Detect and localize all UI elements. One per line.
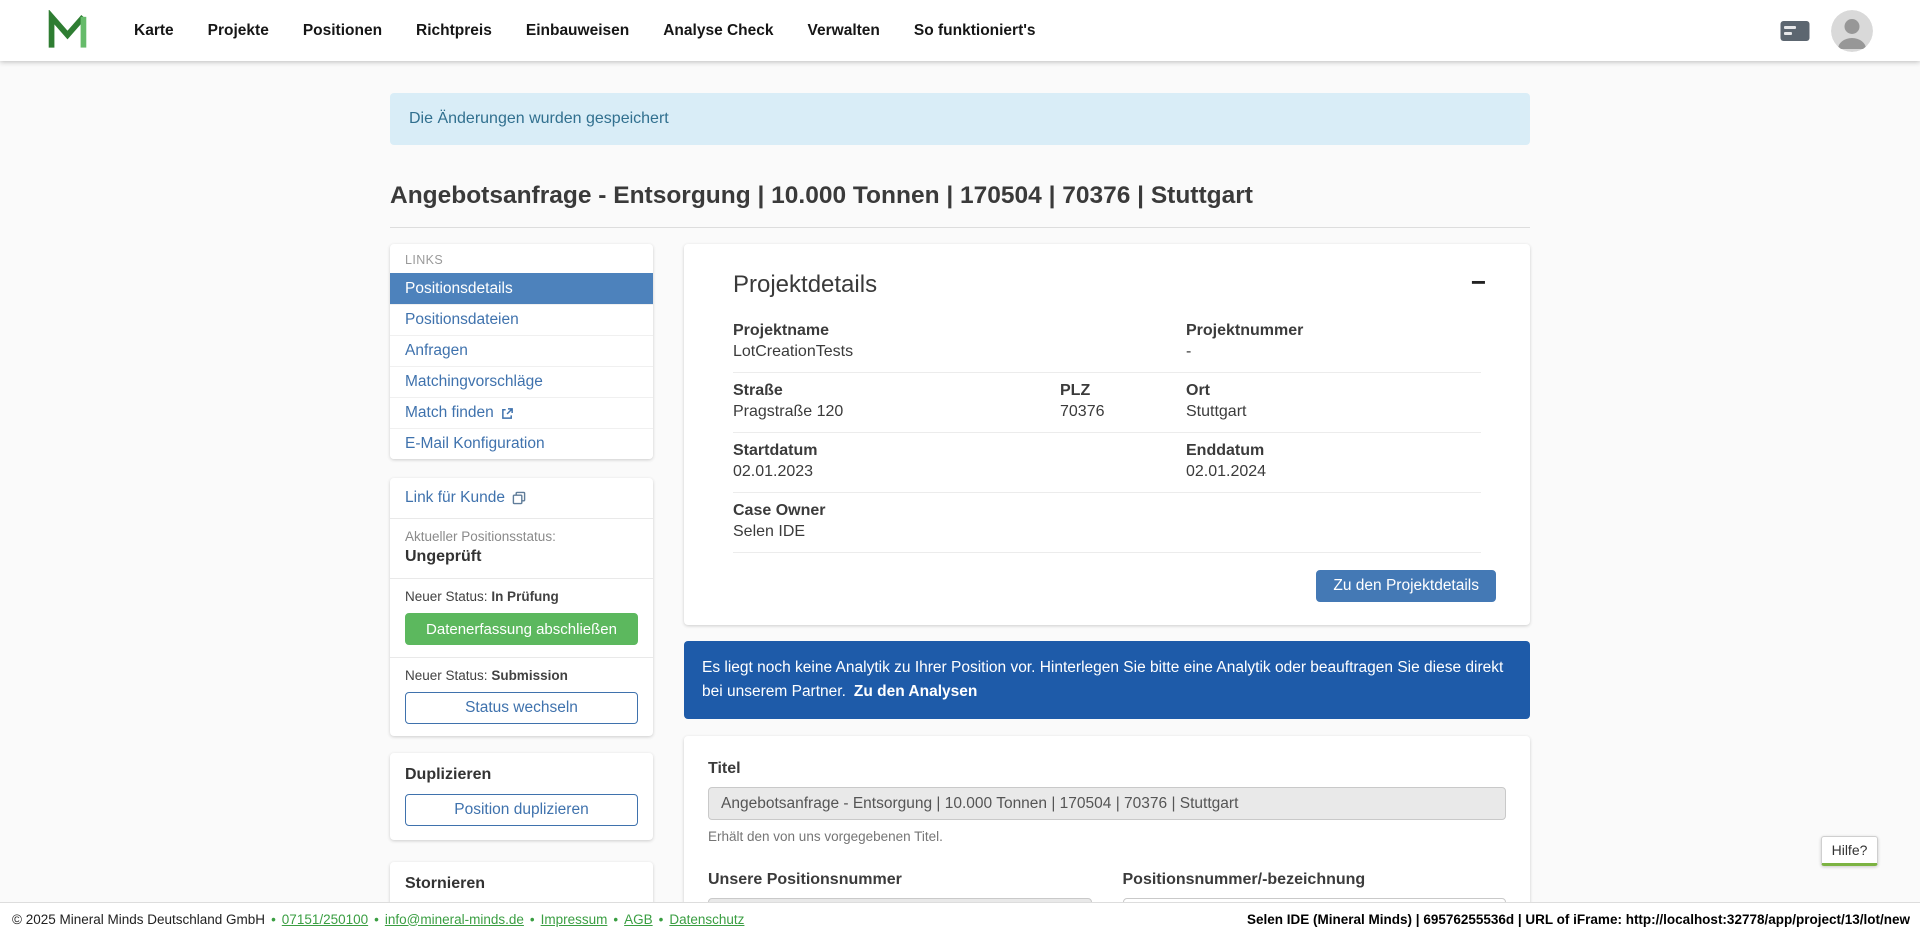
datenschutz-link[interactable]: Datenschutz [669,912,744,927]
user-avatar[interactable] [1831,10,1873,52]
server-icon[interactable] [1779,18,1811,44]
alert-text: Die Änderungen wurden gespeichert [409,110,669,128]
current-status-label: Aktueller Positionsstatus: [405,529,638,544]
nav-karte[interactable]: Karte [134,22,174,40]
position-duplizieren-button[interactable]: Position duplizieren [405,794,638,826]
impressum-link[interactable]: Impressum [541,912,608,927]
ort-label: Ort [1186,382,1246,400]
collapse-icon[interactable]: − [1471,271,1486,293]
bullet-separator: • [659,912,664,927]
datenerfassung-abschliessen-button[interactable]: Datenerfassung abschließen [405,613,638,645]
enddatum-value: 02.01.2024 [1186,463,1266,481]
footer-session-info: Selen IDE (Mineral Minds) | 69576255536d… [1247,912,1910,927]
topbar-right [1779,10,1873,52]
sidebar-item-positionsdateien[interactable]: Positionsdateien [390,304,653,335]
next-status-line-1: Neuer Status: In Prüfung [405,589,638,604]
nav-positionen[interactable]: Positionen [303,22,382,40]
next-status-line-2: Neuer Status: Submission [405,668,638,683]
zu-den-projektdetails-button[interactable]: Zu den Projektdetails [1316,570,1496,602]
sidebar-item-email-konfiguration[interactable]: E-Mail Konfiguration [390,428,653,459]
sidebar-item-positionsdetails[interactable]: Positionsdetails [390,273,653,304]
titel-help: Erhält den von uns vorgegebenen Titel. [708,829,1506,844]
projektname-value: LotCreationTests [733,343,1186,361]
footer-left: © 2025 Mineral Minds Deutschland GmbH • … [12,912,744,927]
bullet-separator: • [271,912,276,927]
sidebar-item-anfragen[interactable]: Anfragen [390,335,653,366]
main-nav: Karte Projekte Positionen Richtpreis Ein… [134,22,1036,40]
app-logo-icon[interactable] [47,10,88,51]
sidebar-item-match-finden[interactable]: Match finden [390,397,653,428]
sidebar: LINKS Positionsdetails Positionsdateien … [390,244,653,943]
projekt-row-4: Case Owner Selen IDE [733,493,1481,553]
copy-icon [512,491,526,505]
match-finden-label: Match finden [405,404,494,422]
zu-den-analysen-link[interactable]: Zu den Analysen [854,683,977,700]
projektnummer-label: Projektnummer [1186,322,1303,340]
titel-input [708,787,1506,820]
link-fuer-kunde-label: Link für Kunde [405,489,505,507]
hilfe-button[interactable]: Hilfe? [1821,836,1878,866]
nav-projekte[interactable]: Projekte [208,22,269,40]
nav-richtpreis[interactable]: Richtpreis [416,22,492,40]
copyright-text: © 2025 Mineral Minds Deutschland GmbH [12,912,265,927]
analytics-banner-text: Es liegt noch keine Analytik zu Ihrer Po… [702,659,1503,700]
nav-so-funktionierts[interactable]: So funktioniert's [914,22,1036,40]
page-container: Die Änderungen wurden gespeichert Angebo… [390,0,1530,943]
bullet-separator: • [374,912,379,927]
external-link-icon [501,407,514,420]
strasse-label: Straße [733,382,1060,400]
ort-value: Stuttgart [1186,403,1246,421]
projektname-label: Projektname [733,322,1186,340]
status-card: Link für Kunde Aktueller Positionsstatus… [390,478,653,736]
positionsbezeichnung-label: Positionsnummer/-bezeichnung [1123,871,1507,889]
strasse-value: Pragstraße 120 [733,403,1060,421]
projekt-row-3: Startdatum 02.01.2023 Enddatum 02.01.202… [733,433,1481,493]
duplicate-card: Duplizieren Position duplizieren [390,753,653,840]
top-bar: Karte Projekte Positionen Richtpreis Ein… [0,0,1920,61]
link-fuer-kunde[interactable]: Link für Kunde [405,489,526,507]
analytics-banner: Es liegt noch keine Analytik zu Ihrer Po… [684,641,1530,719]
nav-verwalten[interactable]: Verwalten [808,22,880,40]
startdatum-label: Startdatum [733,442,1186,460]
projekt-row-1: Projektname LotCreationTests Projektnumm… [733,313,1481,373]
plz-value: 70376 [1060,403,1186,421]
email-link[interactable]: info@mineral-minds.de [385,912,524,927]
phone-link[interactable]: 07151/250100 [282,912,368,927]
cancel-card-title: Stornieren [405,875,638,893]
status-wechseln-button[interactable]: Status wechseln [405,692,638,724]
enddatum-label: Enddatum [1186,442,1266,460]
titel-label: Titel [708,760,1506,778]
success-alert: Die Änderungen wurden gespeichert [390,93,1530,145]
current-status-value: Ungeprüft [405,548,638,566]
case-owner-label: Case Owner [733,502,1186,520]
sidebar-item-matchingvorschlaege[interactable]: Matchingvorschläge [390,366,653,397]
duplicate-card-title: Duplizieren [405,766,638,784]
sidebar-links-card: LINKS Positionsdetails Positionsdateien … [390,244,653,459]
projektdetails-title: Projektdetails [733,271,877,299]
startdatum-value: 02.01.2023 [733,463,1186,481]
nav-analyse-check[interactable]: Analyse Check [663,22,773,40]
positionsnummer-label: Unsere Positionsnummer [708,871,1092,889]
projektnummer-value: - [1186,343,1303,361]
nav-einbauweisen[interactable]: Einbauweisen [526,22,629,40]
agb-link[interactable]: AGB [624,912,653,927]
footer: © 2025 Mineral Minds Deutschland GmbH • … [0,902,1920,943]
case-owner-value: Selen IDE [733,523,1186,541]
plz-label: PLZ [1060,382,1186,400]
main-content: Projektdetails − Projektname LotCreation… [684,244,1530,943]
projekt-row-2: Straße Pragstraße 120 PLZ 70376 Ort Stut… [733,373,1481,433]
bullet-separator: • [613,912,618,927]
page-title: Angebotsanfrage - Entsorgung | 10.000 To… [390,182,1530,228]
projektdetails-card: Projektdetails − Projektname LotCreation… [684,244,1530,625]
bullet-separator: • [530,912,535,927]
links-header: LINKS [390,244,653,273]
